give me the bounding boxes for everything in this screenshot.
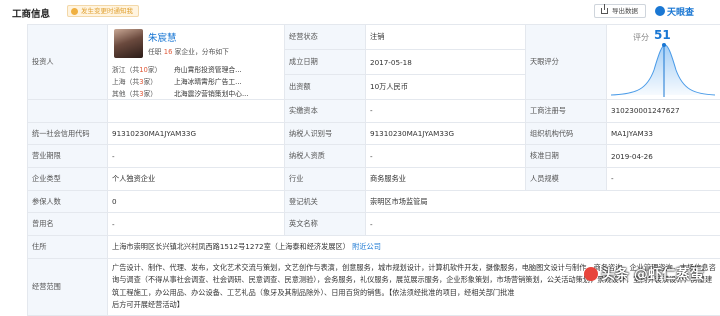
tianyancha-logo-icon [655,6,665,16]
founded-value: 2017-05-18 [366,50,526,75]
score-label: 评分 [633,32,649,43]
section-header: 工商信息 发生变更时通知我 导出数据 天眼查 [0,0,720,22]
orgcode-label: 组织机构代码 [526,122,607,145]
term-label: 营业期限 [28,145,108,168]
paid-capital-value: - [366,100,526,123]
credit-code-value: 91310230MA1JYAM33G [108,122,285,145]
english-name-label: 英文名称 [285,213,366,236]
toutiao-logo-icon [584,267,598,281]
investor-stat: 任职 16 家企业，分布如下 [148,46,229,56]
notify-label: 发生变更时通知我 [81,7,133,15]
type-label: 企业类型 [28,168,108,191]
notify-icon [71,8,78,15]
status-value: 注销 [366,25,526,50]
brand-logo: 天眼查 [655,5,694,18]
change-notify-toggle[interactable]: 发生变更时通知我 [67,5,139,17]
export-button[interactable]: 导出数据 [594,4,646,18]
founded-label: 成立日期 [285,50,366,75]
term-value: - [108,145,285,168]
avatar[interactable] [114,29,143,58]
insured-label: 参保人数 [28,190,108,213]
export-label: 导出数据 [612,7,638,15]
scope-text-tail: 后方可开展经营活动】 [112,300,184,309]
brand-name: 天眼查 [667,8,694,18]
scope-label: 经营范围 [28,258,108,315]
credit-code-label: 统一社会信用代码 [28,122,108,145]
taxid-value: 91310230MA1JYAM33G [366,122,526,145]
industry-label: 行业 [285,168,366,191]
blank-label [28,100,108,123]
status-label: 经营状态 [285,25,366,50]
staff-value: - [607,168,720,191]
address-text: 上海市崇明区长兴镇北兴村凤西路1512号1272室（上海泰和经济发展区） [112,242,350,251]
type-value: 个人独资企业 [108,168,285,191]
blank-value [108,100,285,123]
export-icon [601,8,608,14]
authority-value: 崇明区市场监管局 [366,190,720,213]
taxid-label: 纳税人识别号 [285,122,366,145]
section-title: 工商信息 [12,6,50,20]
tax-qual-label: 纳税人资质 [285,145,366,168]
address-value: 上海市崇明区长兴镇北兴村凤西路1512号1272室（上海泰和经济发展区） 附近公… [108,236,720,259]
staff-label: 人员规模 [526,168,607,191]
former-name-label: 曾用名 [28,213,108,236]
score-value: 51 [654,28,671,42]
regno-value: 310230001247627 [607,100,720,123]
orgcode-value: MA1JYAM33 [607,122,720,145]
investor-label: 投资人 [28,25,108,100]
english-name-value: - [366,213,720,236]
address-label: 住所 [28,236,108,259]
approve-date-value: 2019-04-26 [607,145,720,168]
authority-label: 登记机关 [285,190,366,213]
tax-qual-value: - [366,145,526,168]
investor-card: 朱宸慧 任职 16 家企业，分布如下 浙江（共10家） 舟山霄彤投资管理合...… [108,25,285,100]
rating-chart[interactable]: 评分 51 [607,25,720,100]
capital-label: 出资额 [285,75,366,100]
former-name-value: - [108,213,285,236]
paid-capital-label: 实缴资本 [285,100,366,123]
approve-date-label: 核准日期 [526,145,607,168]
industry-value: 商务服务业 [366,168,526,191]
rating-label: 天眼评分 [526,25,607,100]
capital-value: 10万人民币 [366,75,526,100]
nearby-companies-link[interactable]: 附近公司 [352,242,381,251]
investor-name-link[interactable]: 朱宸慧 [148,30,177,44]
regno-label: 工商注册号 [526,100,607,123]
insured-value: 0 [108,190,285,213]
watermark: 头条 @虾仁蒸蛋 [584,264,704,284]
